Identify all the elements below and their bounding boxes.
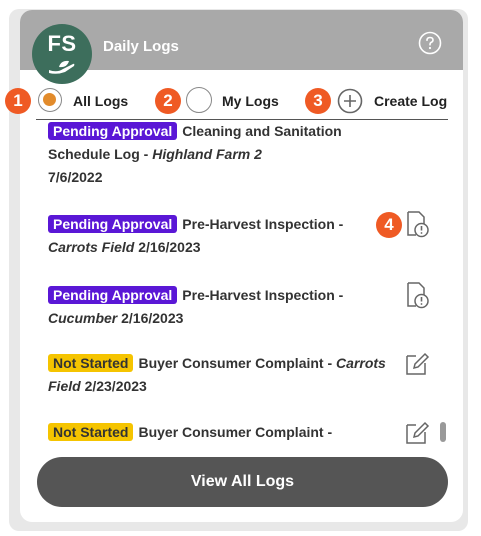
leaf-hand-icon — [49, 60, 75, 74]
log-date: 2/16/2023 — [138, 239, 201, 255]
edit-icon[interactable] — [404, 418, 430, 446]
plus-circle-icon[interactable] — [337, 88, 363, 114]
page: FS Daily Logs 1 All Logs 2 My Logs 3 Cre… — [0, 0, 481, 536]
log-title: Pre-Harvest Inspection - — [182, 216, 344, 232]
log-location: Cucumber — [48, 310, 118, 326]
log-date: 2/23/2023 — [84, 378, 147, 394]
log-item[interactable]: Not Started Buyer Consumer Complaint - Ca… — [48, 352, 388, 398]
log-location: Carrots Field — [48, 239, 135, 255]
log-item[interactable]: Not Started Buyer Consumer Complaint - — [48, 421, 388, 444]
log-date: 7/6/2022 — [48, 169, 103, 185]
all-logs-radio[interactable] — [38, 88, 62, 112]
log-list: Pending Approval Cleaning and Sanitation … — [36, 120, 448, 450]
log-filter-tabs: 1 All Logs 2 My Logs 3 Create Log — [0, 84, 481, 120]
document-alert-icon[interactable] — [404, 281, 430, 309]
edit-icon[interactable] — [404, 349, 430, 377]
status-badge: Not Started — [48, 423, 134, 441]
widget-title: Daily Logs — [103, 38, 179, 55]
status-badge: Pending Approval — [48, 286, 178, 304]
log-title: Pre-Harvest Inspection - — [182, 287, 344, 303]
help-circle-icon — [418, 31, 442, 55]
log-item[interactable]: Pending Approval Cleaning and Sanitation … — [48, 120, 388, 189]
logo: FS — [32, 24, 92, 84]
callout-3: 3 — [305, 88, 331, 114]
callout-4: 4 — [376, 212, 402, 238]
tab-create-log[interactable]: Create Log — [374, 93, 447, 109]
log-title: Buyer Consumer Complaint - — [138, 355, 337, 371]
tab-all-logs[interactable]: All Logs — [73, 93, 128, 109]
log-date: 2/16/2023 — [121, 310, 184, 326]
log-location: Highland Farm 2 — [152, 146, 262, 162]
status-badge: Pending Approval — [48, 122, 178, 140]
tab-my-logs[interactable]: My Logs — [222, 93, 279, 109]
view-all-logs-button[interactable]: View All Logs — [37, 457, 448, 507]
logo-initials: FS — [47, 31, 77, 56]
log-item[interactable]: Pending Approval Pre-Harvest Inspection -… — [48, 213, 388, 259]
scrollbar-thumb[interactable] — [440, 422, 446, 442]
my-logs-radio[interactable] — [186, 87, 212, 113]
status-badge: Not Started — [48, 354, 134, 372]
help-button[interactable] — [418, 31, 442, 60]
callout-2: 2 — [155, 88, 181, 114]
log-item[interactable]: Pending Approval Pre-Harvest Inspection -… — [48, 284, 388, 330]
log-title: Buyer Consumer Complaint - — [138, 424, 333, 440]
callout-1: 1 — [5, 88, 31, 114]
status-badge: Pending Approval — [48, 215, 178, 233]
document-alert-icon[interactable] — [404, 210, 430, 238]
